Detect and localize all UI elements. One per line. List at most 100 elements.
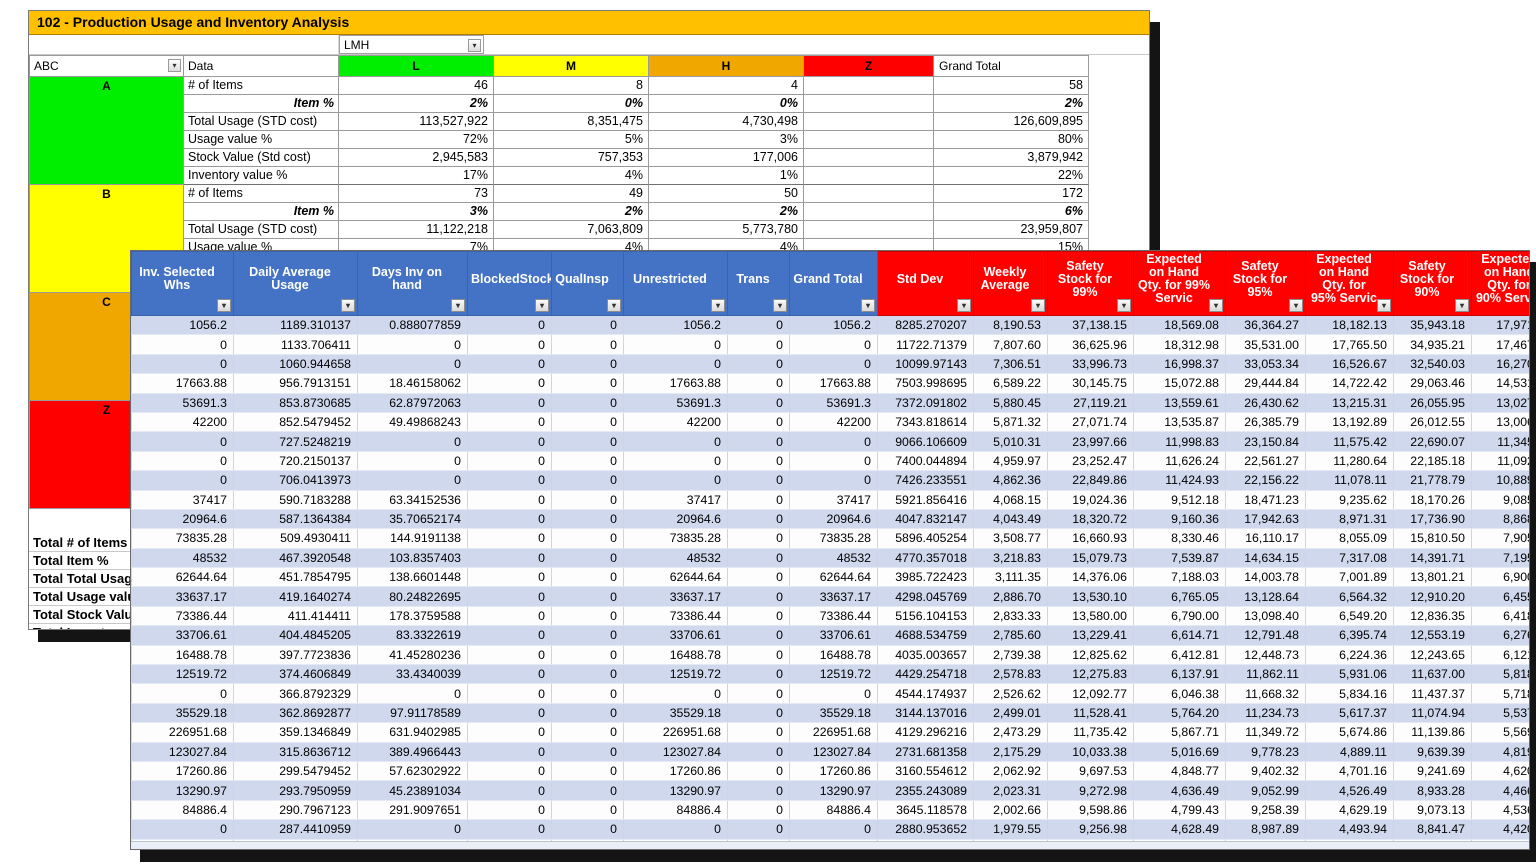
table-cell: 45.23891034 [357, 780, 468, 801]
table-row[interactable]: 42200 852.5479452 49.49868243 0 0 42200 0 42200… [131, 412, 1529, 433]
chevron-down-icon[interactable]: ▾ [773, 299, 787, 312]
pivot-column-header-z[interactable]: Z [804, 55, 934, 77]
chevron-down-icon[interactable]: ▾ [711, 299, 725, 312]
table-cell: 13,006.28 [1471, 412, 1529, 433]
table-cell: 144.9191138 [357, 528, 468, 549]
table-row[interactable]: 0 727.5248219 0 0 0 0 0 0 9066.106609 5,010.31 23,… [131, 431, 1529, 452]
pivot-value-cell: 177,006 [649, 149, 804, 167]
table-row[interactable]: 48532 467.3920548 103.8357403 0 0 48532 0 48532… [131, 548, 1529, 569]
table-row[interactable]: 20964.6 587.1364384 35.70652174 0 0 20964.6 0 2… [131, 509, 1529, 530]
table-cell: 956.7913151 [233, 373, 358, 394]
table-row[interactable]: 123027.84 315.8636712 389.4966443 0 0 123027.… [131, 742, 1529, 762]
table-cell: 17663.88 [131, 373, 234, 394]
table-cell: 33.4340039 [357, 664, 468, 685]
table-row[interactable]: 16488.78 397.7723836 41.45280236 0 0 16488.78… [131, 645, 1529, 666]
table-row[interactable]: 73386.44 411.414411 178.3759588 0 0 73386.44 0… [131, 606, 1529, 627]
horizontal-scrollbar[interactable] [131, 841, 1529, 849]
chevron-down-icon[interactable]: ▾ [1117, 299, 1131, 312]
table-row[interactable]: 17260.86 299.5479452 57.62302922 0 0 17260.86… [131, 761, 1529, 782]
column-header-std-dev[interactable]: Std Dev ▾ [877, 251, 974, 316]
table-cell: 8,933.28 [1393, 780, 1472, 801]
table-row[interactable]: 0 287.4410959 0 0 0 0 0 0 2880.953652 1,979.55 9,2… [131, 819, 1529, 840]
table-row[interactable]: 0 1060.944658 0 0 0 0 0 0 10099.97143 7,306.51 33,… [131, 354, 1529, 375]
table-row[interactable]: 13290.97 293.7950959 45.23891034 0 0 13290.97… [131, 780, 1529, 801]
table-cell: 451.7854795 [233, 567, 358, 588]
pivot-value-cell: 4% [494, 167, 649, 185]
column-header-safety-stock-for-99[interactable]: Safety Stock for 99% ▾ [1047, 251, 1134, 316]
pivot-value-cell: 11,122,218 [339, 221, 494, 239]
pivot-row-group-a[interactable]: A [29, 77, 184, 185]
column-header-unrestricted[interactable]: Unrestricted ▾ [623, 251, 728, 316]
column-header-safety-stock-for-95[interactable]: Safety Stock for 95% ▾ [1225, 251, 1306, 316]
table-row[interactable]: 0 366.8792329 0 0 0 0 0 0 4544.174937 2,526.62 12,… [131, 683, 1529, 704]
chevron-down-icon[interactable]: ▾ [607, 299, 621, 312]
table-cell: 0 [789, 354, 878, 375]
column-header-days-inv-on-hand[interactable]: Days Inv on hand ▾ [357, 251, 468, 316]
pivot-value-cell: 2% [339, 95, 494, 113]
chevron-down-icon[interactable]: ▾ [1209, 299, 1223, 312]
table-row[interactable]: 33637.17 419.1640274 80.24822695 0 0 33637.17… [131, 586, 1529, 607]
chevron-down-icon[interactable]: ▾ [535, 299, 549, 312]
table-cell: 2,175.29 [973, 742, 1048, 762]
chevron-down-icon[interactable]: ▾ [451, 299, 465, 312]
table-cell: 123027.84 [789, 742, 878, 762]
chevron-down-icon[interactable]: ▾ [1289, 299, 1303, 312]
chevron-down-icon[interactable]: ▾ [168, 59, 181, 72]
table-row[interactable]: 62644.64 451.7854795 138.6601448 0 0 62644.64… [131, 567, 1529, 588]
table-cell: 0 [623, 683, 728, 704]
table-row[interactable]: 0 706.0413973 0 0 0 0 0 0 7426.233551 4,862.36 22,… [131, 470, 1529, 491]
column-header-inv-selected-whs[interactable]: Inv. Selected Whs ▾ [131, 251, 234, 316]
table-row[interactable]: 0 720.2150137 0 0 0 0 0 0 7400.044894 4,959.97 23,… [131, 451, 1529, 472]
chevron-down-icon[interactable]: ▾ [1031, 299, 1045, 312]
table-row[interactable]: 17663.88 956.7913151 18.46158062 0 0 17663.88… [131, 373, 1529, 394]
column-header-expected-on-hand-qty-for-95-servic[interactable]: Expected on Hand Qty. for 95% Servic ▾ [1305, 251, 1394, 316]
column-header-trans[interactable]: Trans ▾ [727, 251, 790, 316]
table-cell: 0 [551, 625, 624, 646]
chevron-down-icon[interactable]: ▾ [861, 299, 875, 312]
chevron-down-icon[interactable]: ▾ [341, 299, 355, 312]
table-row[interactable]: 37417 590.7183288 63.34152536 0 0 37417 0 37417… [131, 490, 1529, 510]
chevron-down-icon[interactable]: ▾ [1377, 299, 1391, 312]
column-header-grand-total[interactable]: Grand Total ▾ [789, 251, 878, 316]
table-cell: 26,055.95 [1393, 393, 1472, 413]
table-row[interactable]: 0 1133.706411 0 0 0 0 0 0 11722.71379 7,807.60 36,… [131, 334, 1529, 355]
table-cell: 4,819.70 [1471, 742, 1529, 762]
table-cell: 4429.254718 [877, 664, 974, 685]
table-cell: 11,437.37 [1393, 683, 1472, 704]
table-cell: 0 [467, 315, 552, 336]
table-row[interactable]: 73835.28 509.4930411 144.9191138 0 0 73835.28… [131, 528, 1529, 549]
pivot-page-filter-lmh[interactable]: LMH ▾ [339, 35, 484, 54]
chevron-down-icon[interactable]: ▾ [468, 39, 481, 52]
table-cell: 3,218.83 [973, 548, 1048, 569]
column-header-safety-stock-for-90[interactable]: Safety Stock for 90% ▾ [1393, 251, 1472, 316]
column-header-expected-on-hand-qty-for-99-servic[interactable]: Expected on Hand Qty. for 99% Servic ▾ [1133, 251, 1226, 316]
column-header-expected-on-hand-qty-for-90-servic[interactable]: Expected on Hand Qty. for 90% Servic▾ [1471, 251, 1529, 316]
table-cell: 0 [551, 703, 624, 724]
column-header-label: Days Inv on hand [371, 265, 443, 292]
chevron-down-icon[interactable]: ▾ [957, 299, 971, 312]
pivot-row-field-abc[interactable]: ABC ▾ [29, 55, 184, 77]
table-row[interactable]: 1056.2 1189.310137 0.888077859 0 0 1056.2 0 105… [131, 315, 1529, 336]
table-row[interactable]: 53691.3 853.8730685 62.87972063 0 0 53691.3 0 5… [131, 393, 1529, 413]
table-cell: 0 [727, 393, 790, 413]
column-header-qualinsp[interactable]: QualInsp ▾ [551, 251, 624, 316]
pivot-column-header-h[interactable]: H [649, 55, 804, 77]
chevron-down-icon[interactable]: ▾ [217, 299, 231, 312]
column-header-blockedstock[interactable]: BlockedStock ▾ [467, 251, 552, 316]
table-cell: 9,241.69 [1393, 761, 1472, 782]
table-cell: 11,074.94 [1393, 703, 1472, 724]
table-cell: 8,330.46 [1133, 528, 1226, 549]
chevron-down-icon[interactable]: ▾ [1455, 299, 1469, 312]
table-cell: 2,833.33 [973, 606, 1048, 627]
column-header-daily-average-usage[interactable]: Daily Average Usage ▾ [233, 251, 358, 316]
column-header-weekly-average[interactable]: Weekly Average ▾ [973, 251, 1048, 316]
table-cell: 419.1640274 [233, 586, 358, 607]
table-row[interactable]: 226951.68 359.1346849 631.9402985 0 0 226951.… [131, 722, 1529, 743]
table-row[interactable]: 35529.18 362.8692877 97.91178589 0 0 35529.18… [131, 703, 1529, 724]
table-cell: 123027.84 [623, 742, 728, 762]
pivot-column-header-l[interactable]: L [339, 55, 494, 77]
pivot-column-header-m[interactable]: M [494, 55, 649, 77]
table-row[interactable]: 33706.61 404.4845205 83.3322619 0 0 33706.61 0… [131, 625, 1529, 646]
table-row[interactable]: 84886.4 290.7967123 291.9097651 0 0 84886.4 0 8… [131, 800, 1529, 821]
table-row[interactable]: 12519.72 374.4606849 33.4340039 0 0 12519.72 0… [131, 664, 1529, 685]
